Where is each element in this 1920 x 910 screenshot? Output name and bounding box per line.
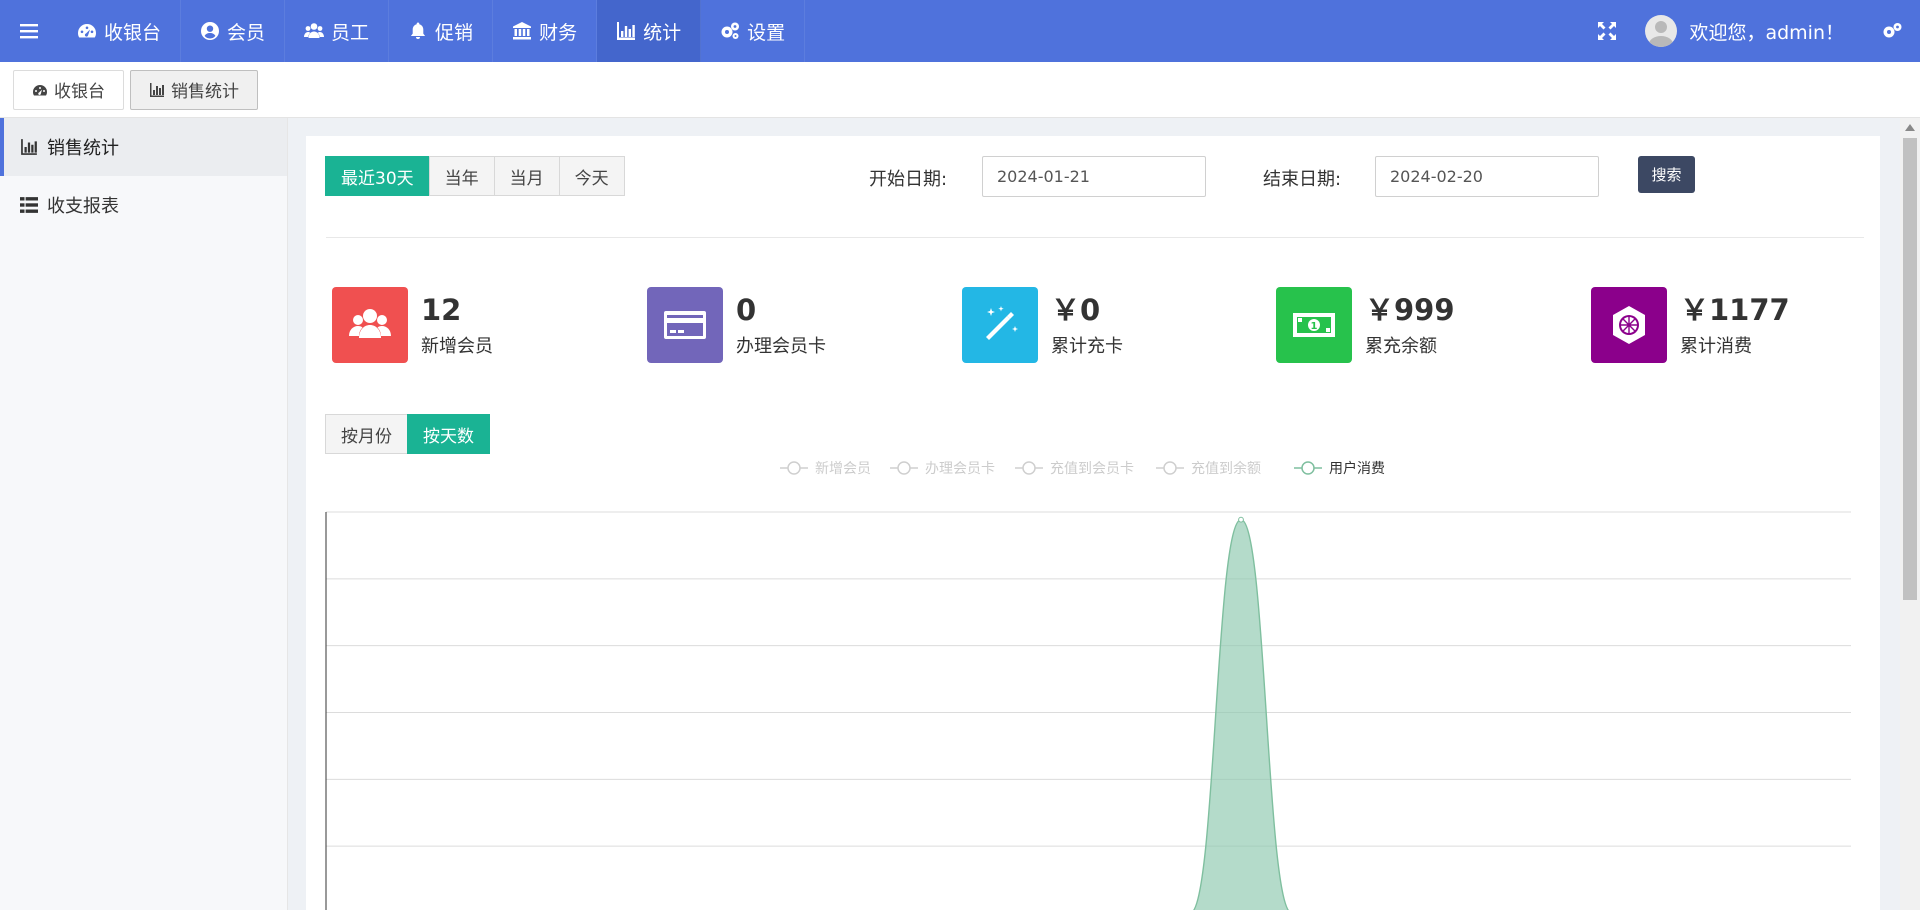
nav-item-label: 员工 xyxy=(331,21,370,44)
bell-icon xyxy=(410,22,426,39)
sidebar-item-label: 销售统计 xyxy=(47,138,119,159)
sidebar-item-label: 收支报表 xyxy=(47,196,119,217)
main-panel: 最近30天 当年 当月 今天 开始日期: 结束日期: 搜索 12 新增会员 0 … xyxy=(306,136,1880,910)
bank-icon xyxy=(513,22,532,40)
avatar xyxy=(1645,15,1678,47)
nav-item-cashier[interactable]: 收银台 xyxy=(58,0,182,62)
stat-value: 0 xyxy=(736,293,757,327)
welcome-text: 欢迎您，admin！ xyxy=(1689,21,1844,44)
sidebar: 销售统计 收支报表 xyxy=(0,118,288,910)
users-icon xyxy=(304,23,325,38)
nav-item-members[interactable]: 会员 xyxy=(181,0,286,62)
bar-chart-icon xyxy=(150,82,164,97)
vertical-scrollbar[interactable] xyxy=(1900,118,1920,910)
mode-by-day[interactable]: 按天数 xyxy=(407,414,490,454)
page-tabs: 收银台 销售统计 xyxy=(0,62,1920,118)
end-date-input[interactable] xyxy=(1375,156,1599,197)
magic-wand-icon xyxy=(962,287,1038,363)
legend-label: 用户消费 xyxy=(1329,460,1385,477)
stat-label: 累充余额 xyxy=(1365,336,1437,357)
tab-cashier[interactable]: 收银台 xyxy=(13,69,124,110)
divider xyxy=(326,237,1864,238)
chart-mode-group: 按月份 按天数 xyxy=(325,414,490,454)
legend-item[interactable]: 新增会员 xyxy=(780,461,871,477)
stat-card-recharge: ￥0 累计充卡 xyxy=(962,287,1123,363)
scroll-up-arrow-icon[interactable] xyxy=(1905,124,1915,131)
bar-chart-icon xyxy=(21,139,37,155)
stat-total-consumption: ￥1177 累计消费 xyxy=(1591,287,1790,363)
legend-item[interactable]: 用户消费 xyxy=(1294,460,1385,477)
tab-label: 收银台 xyxy=(54,82,105,102)
nav-item-statistics[interactable]: 统计 xyxy=(597,0,702,62)
legend-label: 充值到会员卡 xyxy=(1050,461,1134,477)
sidebar-item-income-report[interactable]: 收支报表 xyxy=(0,176,287,234)
users-icon xyxy=(332,287,408,363)
start-date-input[interactable] xyxy=(982,156,1206,197)
search-button[interactable]: 搜索 xyxy=(1638,156,1695,193)
legend-item[interactable]: 办理会员卡 xyxy=(890,461,995,477)
stat-member-cards: 0 办理会员卡 xyxy=(647,287,826,363)
stat-value: ￥999 xyxy=(1365,293,1455,327)
stat-label: 累计充卡 xyxy=(1051,336,1123,357)
credit-card-icon xyxy=(647,287,723,363)
user-circle-icon xyxy=(201,22,220,40)
range-this-year[interactable]: 当年 xyxy=(428,156,495,196)
stat-label: 累计消费 xyxy=(1680,336,1752,357)
gears-icon[interactable] xyxy=(1864,0,1920,62)
gears-icon xyxy=(721,22,740,39)
nav-item-label: 财务 xyxy=(539,21,578,44)
end-date-label: 结束日期: xyxy=(1263,169,1342,190)
range-last-30-days[interactable]: 最近30天 xyxy=(325,156,430,196)
legend-label: 充值到余额 xyxy=(1191,460,1261,477)
nav-item-settings[interactable]: 设置 xyxy=(701,0,806,62)
stat-label: 办理会员卡 xyxy=(736,336,826,357)
nav-item-promotion[interactable]: 促销 xyxy=(389,0,494,62)
stat-label: 新增会员 xyxy=(421,336,493,357)
nav-item-finance[interactable]: 财务 xyxy=(493,0,598,62)
stat-recharge-balance: 1 ￥999 累充余额 xyxy=(1276,287,1455,363)
sales-area-chart: -2101-2301-2501-2701-2901-3102-0202-0402… xyxy=(325,460,1851,910)
badge-icon xyxy=(1591,287,1667,363)
tab-label: 销售统计 xyxy=(171,82,239,102)
range-today[interactable]: 今天 xyxy=(558,156,625,196)
mode-by-month[interactable]: 按月份 xyxy=(325,414,408,454)
bar-chart-icon xyxy=(617,22,636,40)
stat-value: ￥1177 xyxy=(1680,293,1790,327)
stat-value: ￥0 xyxy=(1051,293,1101,327)
range-this-month[interactable]: 当月 xyxy=(493,156,560,196)
start-date-label: 开始日期: xyxy=(869,169,948,190)
list-icon xyxy=(20,197,38,213)
svg-text:1: 1 xyxy=(1311,321,1318,332)
user-menu[interactable]: 欢迎您，admin！ xyxy=(1637,15,1864,47)
stat-value: 12 xyxy=(421,293,462,327)
nav-item-label: 促销 xyxy=(435,21,474,44)
menu-toggle-icon[interactable] xyxy=(0,0,58,62)
nav-item-label: 收银台 xyxy=(104,21,162,44)
dashboard-icon xyxy=(78,24,96,38)
series-line-用户消费 xyxy=(1192,518,1290,910)
legend-label: 办理会员卡 xyxy=(925,461,995,477)
series-area-用户消费 xyxy=(1193,519,1289,910)
nav-item-label: 设置 xyxy=(747,21,786,44)
legend-item[interactable]: 充值到会员卡 xyxy=(1015,461,1134,477)
legend-label: 新增会员 xyxy=(815,461,871,477)
top-navbar: 收银台 会员 员工 促销 财务 统计 设置 欢迎您，admin！ xyxy=(0,0,1920,62)
legend-item[interactable]: 充值到余额 xyxy=(1156,460,1261,477)
stat-new-members: 12 新增会员 xyxy=(332,287,493,363)
scrollbar-thumb[interactable] xyxy=(1903,138,1917,600)
nav-item-label: 会员 xyxy=(227,21,266,44)
nav-item-staff[interactable]: 员工 xyxy=(285,0,390,62)
data-point xyxy=(1238,516,1244,523)
fullscreen-icon[interactable] xyxy=(1577,0,1637,62)
range-button-group: 最近30天 当年 当月 今天 xyxy=(325,156,625,196)
dashboard-icon xyxy=(33,84,47,95)
tab-sales-stats[interactable]: 销售统计 xyxy=(130,69,258,110)
nav-item-label: 统计 xyxy=(643,21,682,44)
sidebar-item-sales-stats[interactable]: 销售统计 xyxy=(0,118,287,176)
money-icon: 1 xyxy=(1276,287,1352,363)
